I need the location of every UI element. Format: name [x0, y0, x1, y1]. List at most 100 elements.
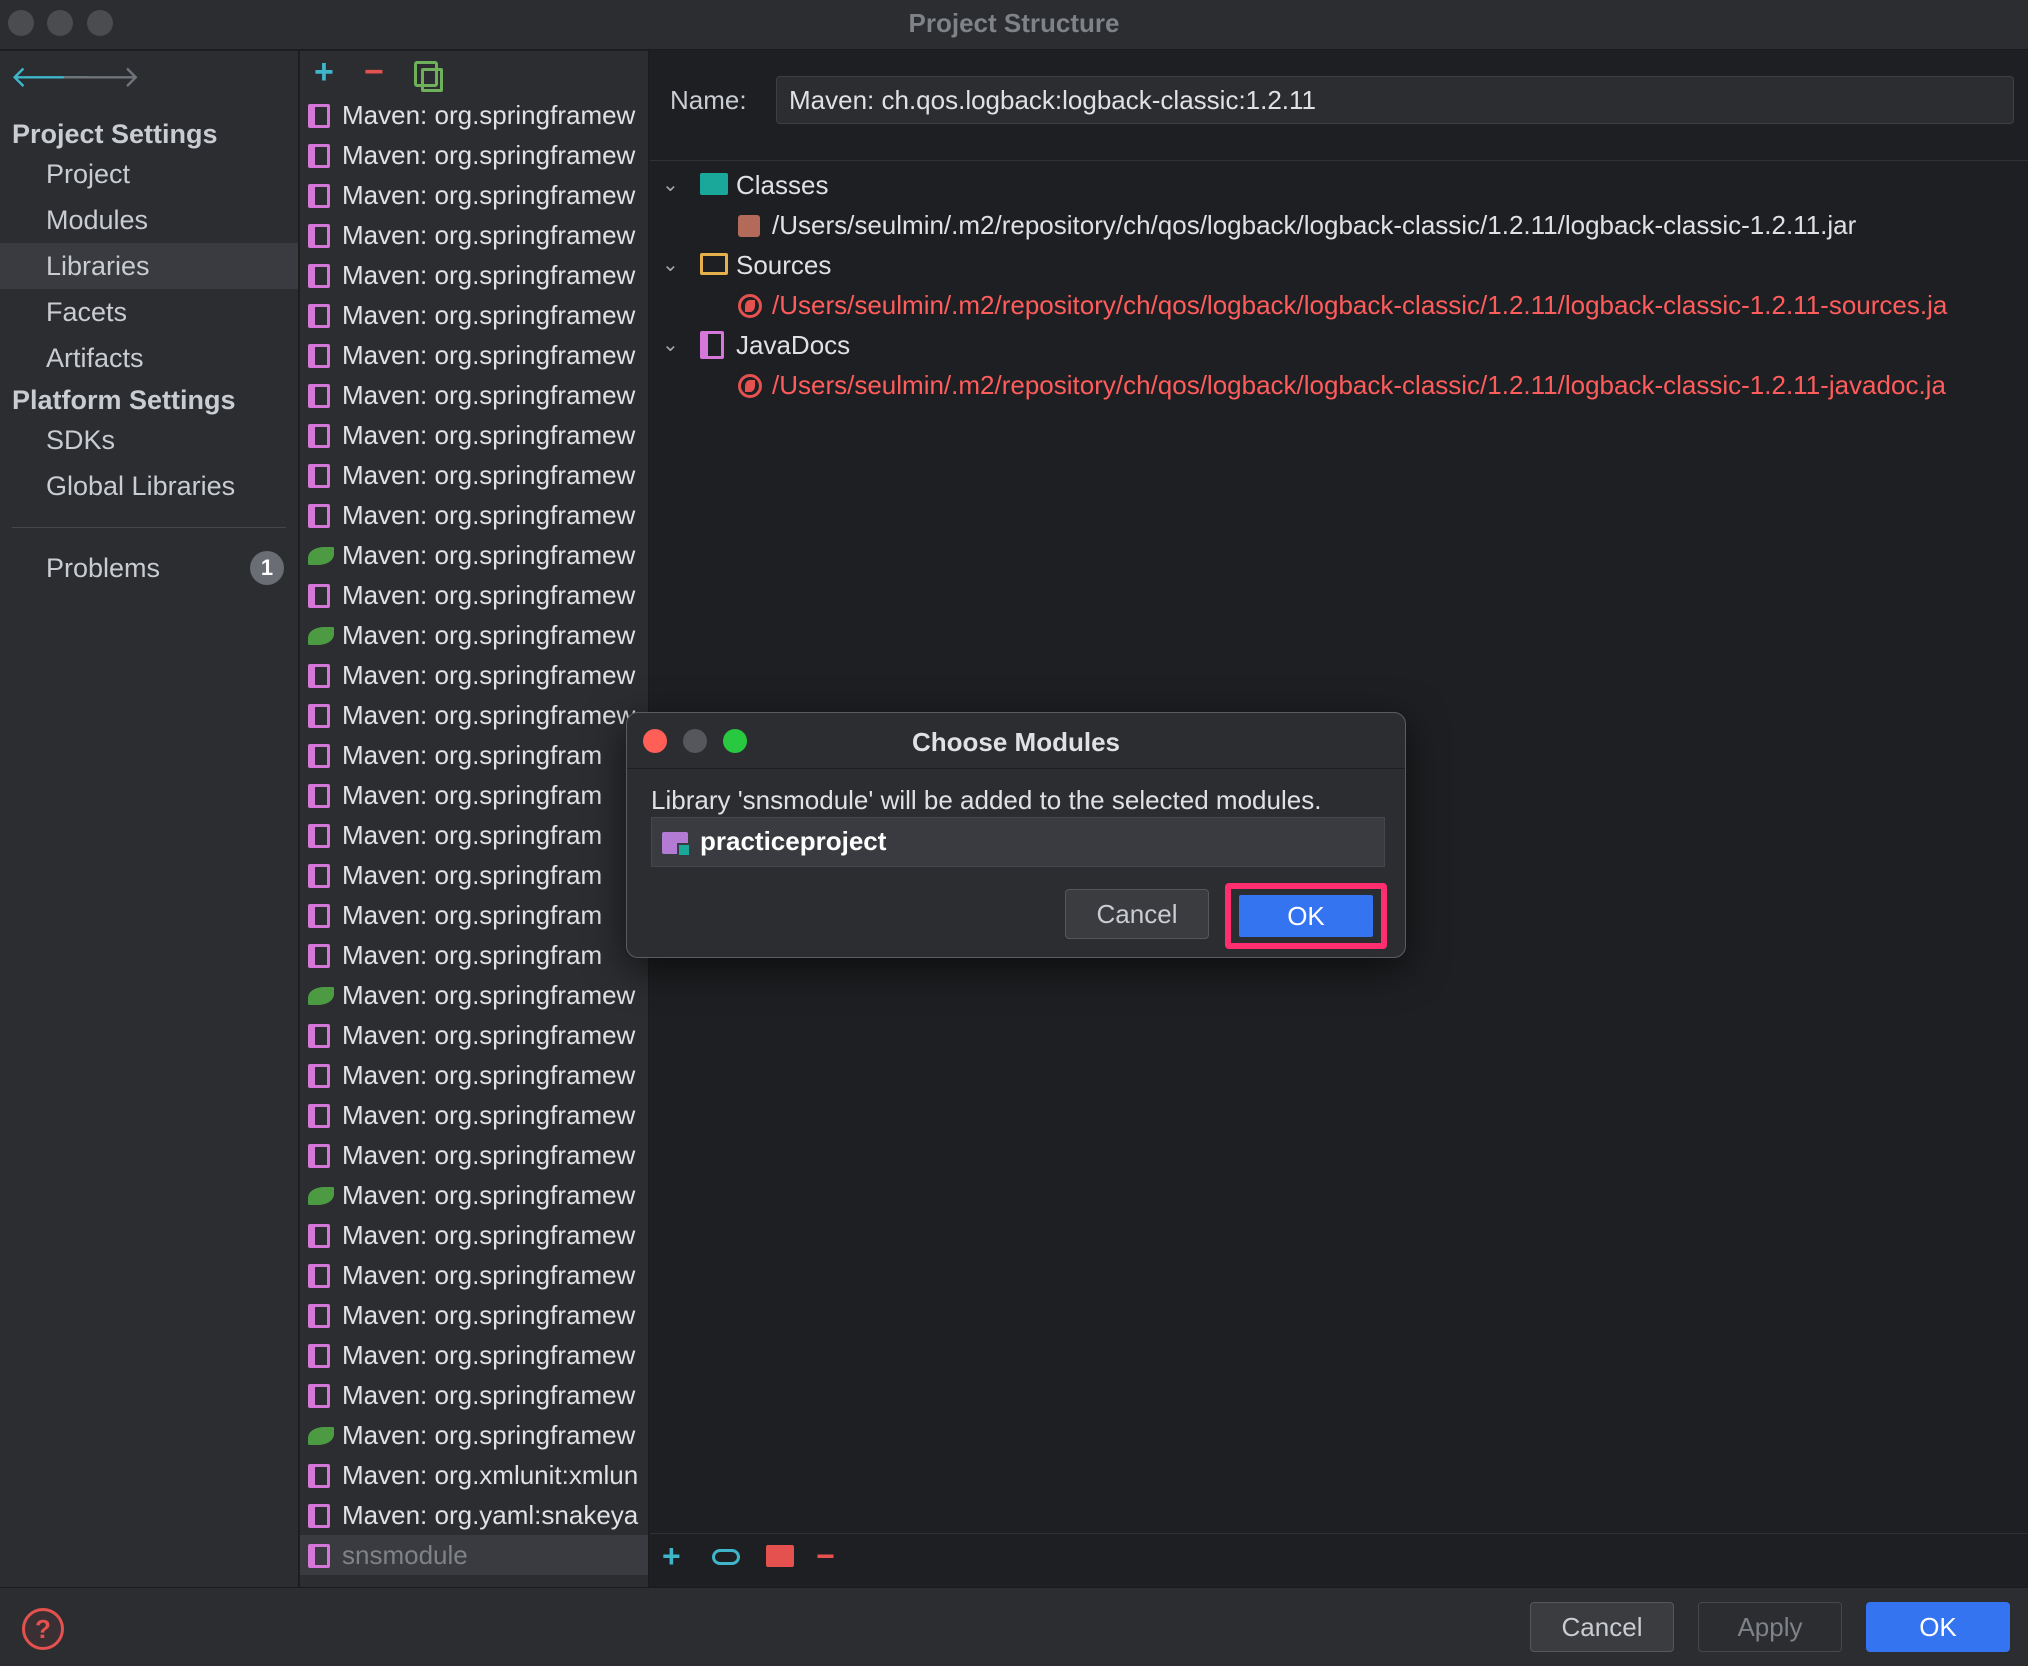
library-list-item[interactable]: Maven: org.springframew [300, 575, 648, 615]
library-list-item[interactable]: snsmodule [300, 1535, 648, 1575]
copy-icon[interactable] [414, 61, 443, 92]
library-icon [308, 1104, 330, 1128]
library-list-item[interactable]: Maven: org.springfram [300, 895, 648, 935]
library-list-item[interactable]: Maven: org.springframew [300, 1255, 648, 1295]
dialog-titlebar: Choose Modules [627, 713, 1405, 769]
chevron-down-icon[interactable]: ⌄ [662, 325, 679, 365]
module-list-item[interactable]: practiceproject [651, 817, 1385, 867]
library-list-item[interactable]: Maven: org.springframew [300, 1375, 648, 1415]
library-list-item[interactable]: Maven: org.springframew [300, 655, 648, 695]
spring-icon [308, 987, 334, 1005]
library-list-item[interactable]: Maven: org.springframew [300, 215, 648, 255]
library-list-item[interactable]: Maven: org.xmlunit:xmlun [300, 1455, 648, 1495]
cancel-button[interactable]: Cancel [1530, 1602, 1674, 1652]
library-list-item[interactable]: Maven: org.springframew [300, 1215, 648, 1255]
library-list-item[interactable]: Maven: org.springfram [300, 735, 648, 775]
plus-icon[interactable]: + [314, 55, 334, 89]
classes-node[interactable]: ⌄ Classes [656, 165, 2026, 205]
name-label: Name: [670, 85, 747, 115]
classes-path-row[interactable]: /Users/seulmin/.m2/repository/ch/qos/log… [656, 205, 2026, 245]
sidebar-item-facets[interactable]: Facets [0, 289, 298, 335]
library-list-item-label: Maven: org.springframew [342, 660, 636, 690]
library-name-field[interactable] [776, 76, 2014, 124]
help-icon[interactable]: ? [22, 1608, 64, 1650]
problems-count-badge: 1 [250, 551, 284, 585]
library-icon [308, 504, 330, 528]
library-list-item[interactable]: Maven: org.springframew [300, 1295, 648, 1335]
library-icon [308, 1024, 330, 1048]
library-list-item[interactable]: Maven: org.springframew [300, 455, 648, 495]
sidebar-item-modules[interactable]: Modules [0, 197, 298, 243]
sidebar-item-libraries[interactable]: Libraries [0, 243, 298, 289]
library-list-item[interactable]: Maven: org.springfram [300, 935, 648, 975]
library-icon [308, 1144, 330, 1168]
library-list-item[interactable]: Maven: org.yaml:snakeya [300, 1495, 648, 1535]
sidebar-item-artifacts[interactable]: Artifacts [0, 335, 298, 381]
library-list-item-label: Maven: org.springframew [342, 620, 636, 650]
library-toolbar: + − [300, 51, 648, 95]
library-list-item-label: Maven: org.springframew [342, 140, 636, 170]
library-list-item[interactable]: Maven: org.springframew [300, 335, 648, 375]
library-list-item[interactable]: Maven: org.springframew [300, 1135, 648, 1175]
choose-modules-dialog: Choose Modules Library 'snsmodule' will … [626, 712, 1406, 958]
dialog-ok-button[interactable]: OK [1239, 895, 1373, 937]
library-list-item[interactable]: Maven: org.springfram [300, 855, 648, 895]
library-icon [308, 704, 330, 728]
library-list-item[interactable]: Maven: org.springframew [300, 375, 648, 415]
minus-icon[interactable]: − [816, 1539, 835, 1573]
library-icon [308, 584, 330, 608]
arrow-right-icon[interactable]: 🡒 [60, 63, 140, 93]
sidebar-divider [12, 527, 286, 528]
library-list-item[interactable]: Maven: org.springframew [300, 135, 648, 175]
classes-label: Classes [736, 170, 829, 200]
chevron-down-icon[interactable]: ⌄ [662, 245, 679, 285]
library-list-item[interactable]: Maven: org.springframew [300, 1095, 648, 1135]
library-list-item[interactable]: Maven: org.springframew [300, 415, 648, 455]
library-list-item[interactable]: Maven: org.springframew [300, 1335, 648, 1375]
sidebar-item-global-libraries[interactable]: Global Libraries [0, 463, 298, 509]
library-list-item-label: Maven: org.springfram [342, 780, 603, 810]
library-icon [308, 904, 330, 928]
library-list-item-label: Maven: org.springframew [342, 1260, 636, 1290]
apply-button[interactable]: Apply [1698, 1602, 1842, 1652]
jar-icon [738, 215, 760, 237]
dialog-cancel-button[interactable]: Cancel [1065, 889, 1209, 939]
library-list-item[interactable]: Maven: org.springframew [300, 255, 648, 295]
javadocs-path: /Users/seulmin/.m2/repository/ch/qos/log… [772, 370, 1946, 400]
library-list-item[interactable]: Maven: org.springframew [300, 1015, 648, 1055]
library-list-item[interactable]: Maven: org.springfram [300, 775, 648, 815]
library-icon [308, 384, 330, 408]
library-list-item-label: Maven: org.springframew [342, 1100, 636, 1130]
library-list-item[interactable]: Maven: org.springframew [300, 295, 648, 335]
minus-icon[interactable]: − [364, 55, 384, 89]
library-list-item[interactable]: Maven: org.springframew [300, 615, 648, 655]
link-icon[interactable] [712, 1549, 740, 1565]
library-list-item[interactable]: Maven: org.springframew [300, 535, 648, 575]
javadocs-path-row[interactable]: /Users/seulmin/.m2/repository/ch/qos/log… [656, 365, 2026, 405]
library-list-item[interactable]: Maven: org.springframew [300, 175, 648, 215]
library-icon [308, 1344, 330, 1368]
add-folder-icon[interactable] [766, 1545, 794, 1567]
library-list-item[interactable]: Maven: org.springframew [300, 95, 648, 135]
library-icon [308, 824, 330, 848]
library-list-item-label: Maven: org.springframew [342, 460, 636, 490]
library-list-item[interactable]: Maven: org.springframew [300, 695, 648, 735]
javadocs-node[interactable]: ⌄ JavaDocs [656, 325, 2026, 365]
library-list-item[interactable]: Maven: org.springframew [300, 1175, 648, 1215]
plus-icon[interactable]: + [662, 1539, 681, 1573]
sources-path-row[interactable]: /Users/seulmin/.m2/repository/ch/qos/log… [656, 285, 2026, 325]
ok-button[interactable]: OK [1866, 1602, 2010, 1652]
divider [650, 1533, 2028, 1534]
library-list-panel: + − Maven: org.springframew Maven: org.sp… [300, 51, 649, 1587]
library-list-item[interactable]: Maven: org.springframew [300, 1415, 648, 1455]
sidebar-item-project[interactable]: Project [0, 151, 298, 197]
window-titlebar: Project Structure [0, 0, 2028, 50]
library-list-item[interactable]: Maven: org.springframew [300, 495, 648, 535]
library-list-item-label: Maven: org.springframew [342, 1020, 636, 1050]
library-list-item[interactable]: Maven: org.springframew [300, 975, 648, 1015]
chevron-down-icon[interactable]: ⌄ [662, 165, 679, 205]
sources-node[interactable]: ⌄ Sources [656, 245, 2026, 285]
sidebar-item-sdks[interactable]: SDKs [0, 417, 298, 463]
library-list-item[interactable]: Maven: org.springframew [300, 1055, 648, 1095]
library-list-item[interactable]: Maven: org.springfram [300, 815, 648, 855]
